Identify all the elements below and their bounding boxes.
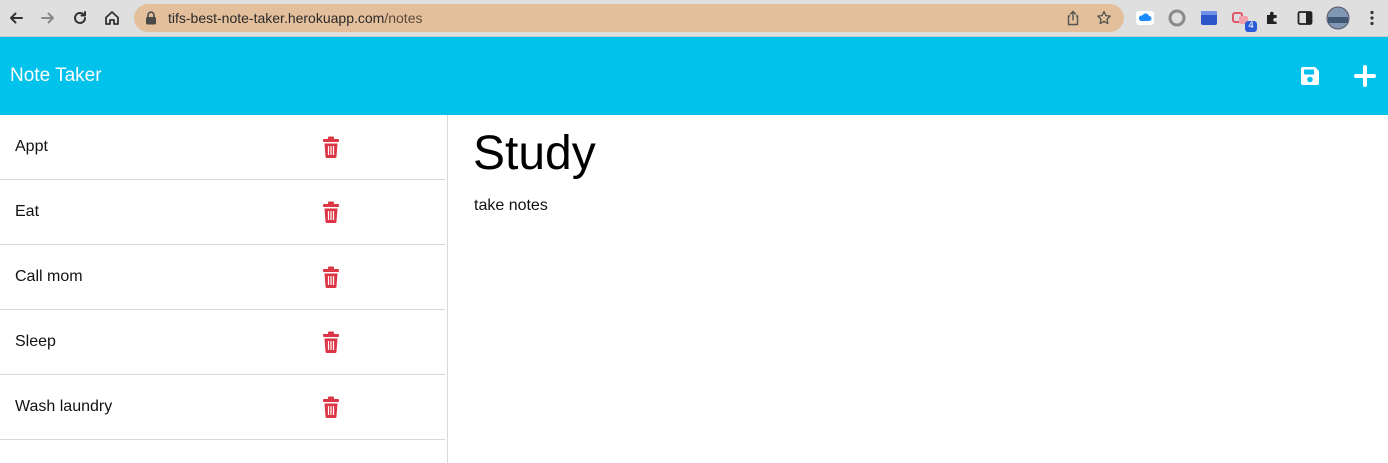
note-list-item[interactable]: Appt [0,115,445,180]
delete-trash-icon[interactable] [322,331,340,353]
note-list-item[interactable]: Call mom [0,245,445,310]
save-icon [1301,67,1319,85]
bookmark-star-icon[interactable] [1095,9,1113,27]
circle-extension-icon[interactable] [1167,8,1187,28]
cloud-extension-icon[interactable] [1135,8,1155,28]
extensions-puzzle-icon[interactable] [1263,8,1283,28]
address-bar[interactable]: tifs-best-note-taker.herokuapp.com/notes [134,4,1124,32]
note-title[interactable]: Call mom [15,268,83,286]
lock-icon [145,11,157,30]
extension-badge: 4 [1245,21,1257,32]
more-menu-icon[interactable] [1362,8,1382,28]
note-title[interactable]: Sleep [15,333,56,351]
profile-avatar-icon[interactable] [1326,6,1350,30]
app-navbar: Note Taker [0,37,1388,115]
note-editor: Study take notes [448,115,1388,463]
note-title-input[interactable]: Study [473,126,596,181]
note-list-item[interactable]: Sleep [0,310,445,375]
reload-icon [74,11,86,24]
note-list: Appt Eat Call mom Sleep Wash laundry [0,115,448,463]
delete-trash-icon[interactable] [322,266,340,288]
back-button[interactable] [4,6,28,30]
window-extension-icon[interactable] [1199,8,1219,28]
home-button[interactable] [100,6,124,30]
delete-trash-icon[interactable] [322,201,340,223]
share-icon[interactable] [1064,9,1082,27]
side-panel-icon[interactable] [1295,8,1315,28]
puzzle-badge-extension-icon[interactable]: 4 [1231,8,1257,32]
note-list-item[interactable]: Eat [0,180,445,245]
plus-icon [1354,65,1376,87]
forward-button[interactable] [36,6,60,30]
note-title[interactable]: Wash laundry [15,398,112,416]
url-path: /notes [384,10,423,26]
delete-trash-icon[interactable] [322,136,340,158]
home-icon [105,11,119,25]
url-text: tifs-best-note-taker.herokuapp.com/notes [168,10,422,26]
note-title[interactable]: Eat [15,203,39,221]
note-title[interactable]: Appt [15,138,48,156]
note-list-item[interactable]: Wash laundry [0,375,445,440]
arrow-left-icon [10,12,23,24]
reload-button[interactable] [68,6,92,30]
arrow-right-icon [41,12,54,24]
delete-trash-icon[interactable] [322,396,340,418]
note-text-area[interactable]: take notes [474,197,548,215]
url-host: tifs-best-note-taker.herokuapp.com [168,10,385,26]
app-brand[interactable]: Note Taker [10,65,102,87]
new-note-button[interactable] [1352,63,1378,89]
browser-toolbar: tifs-best-note-taker.herokuapp.com/notes… [0,0,1388,37]
save-note-button[interactable] [1297,63,1323,89]
